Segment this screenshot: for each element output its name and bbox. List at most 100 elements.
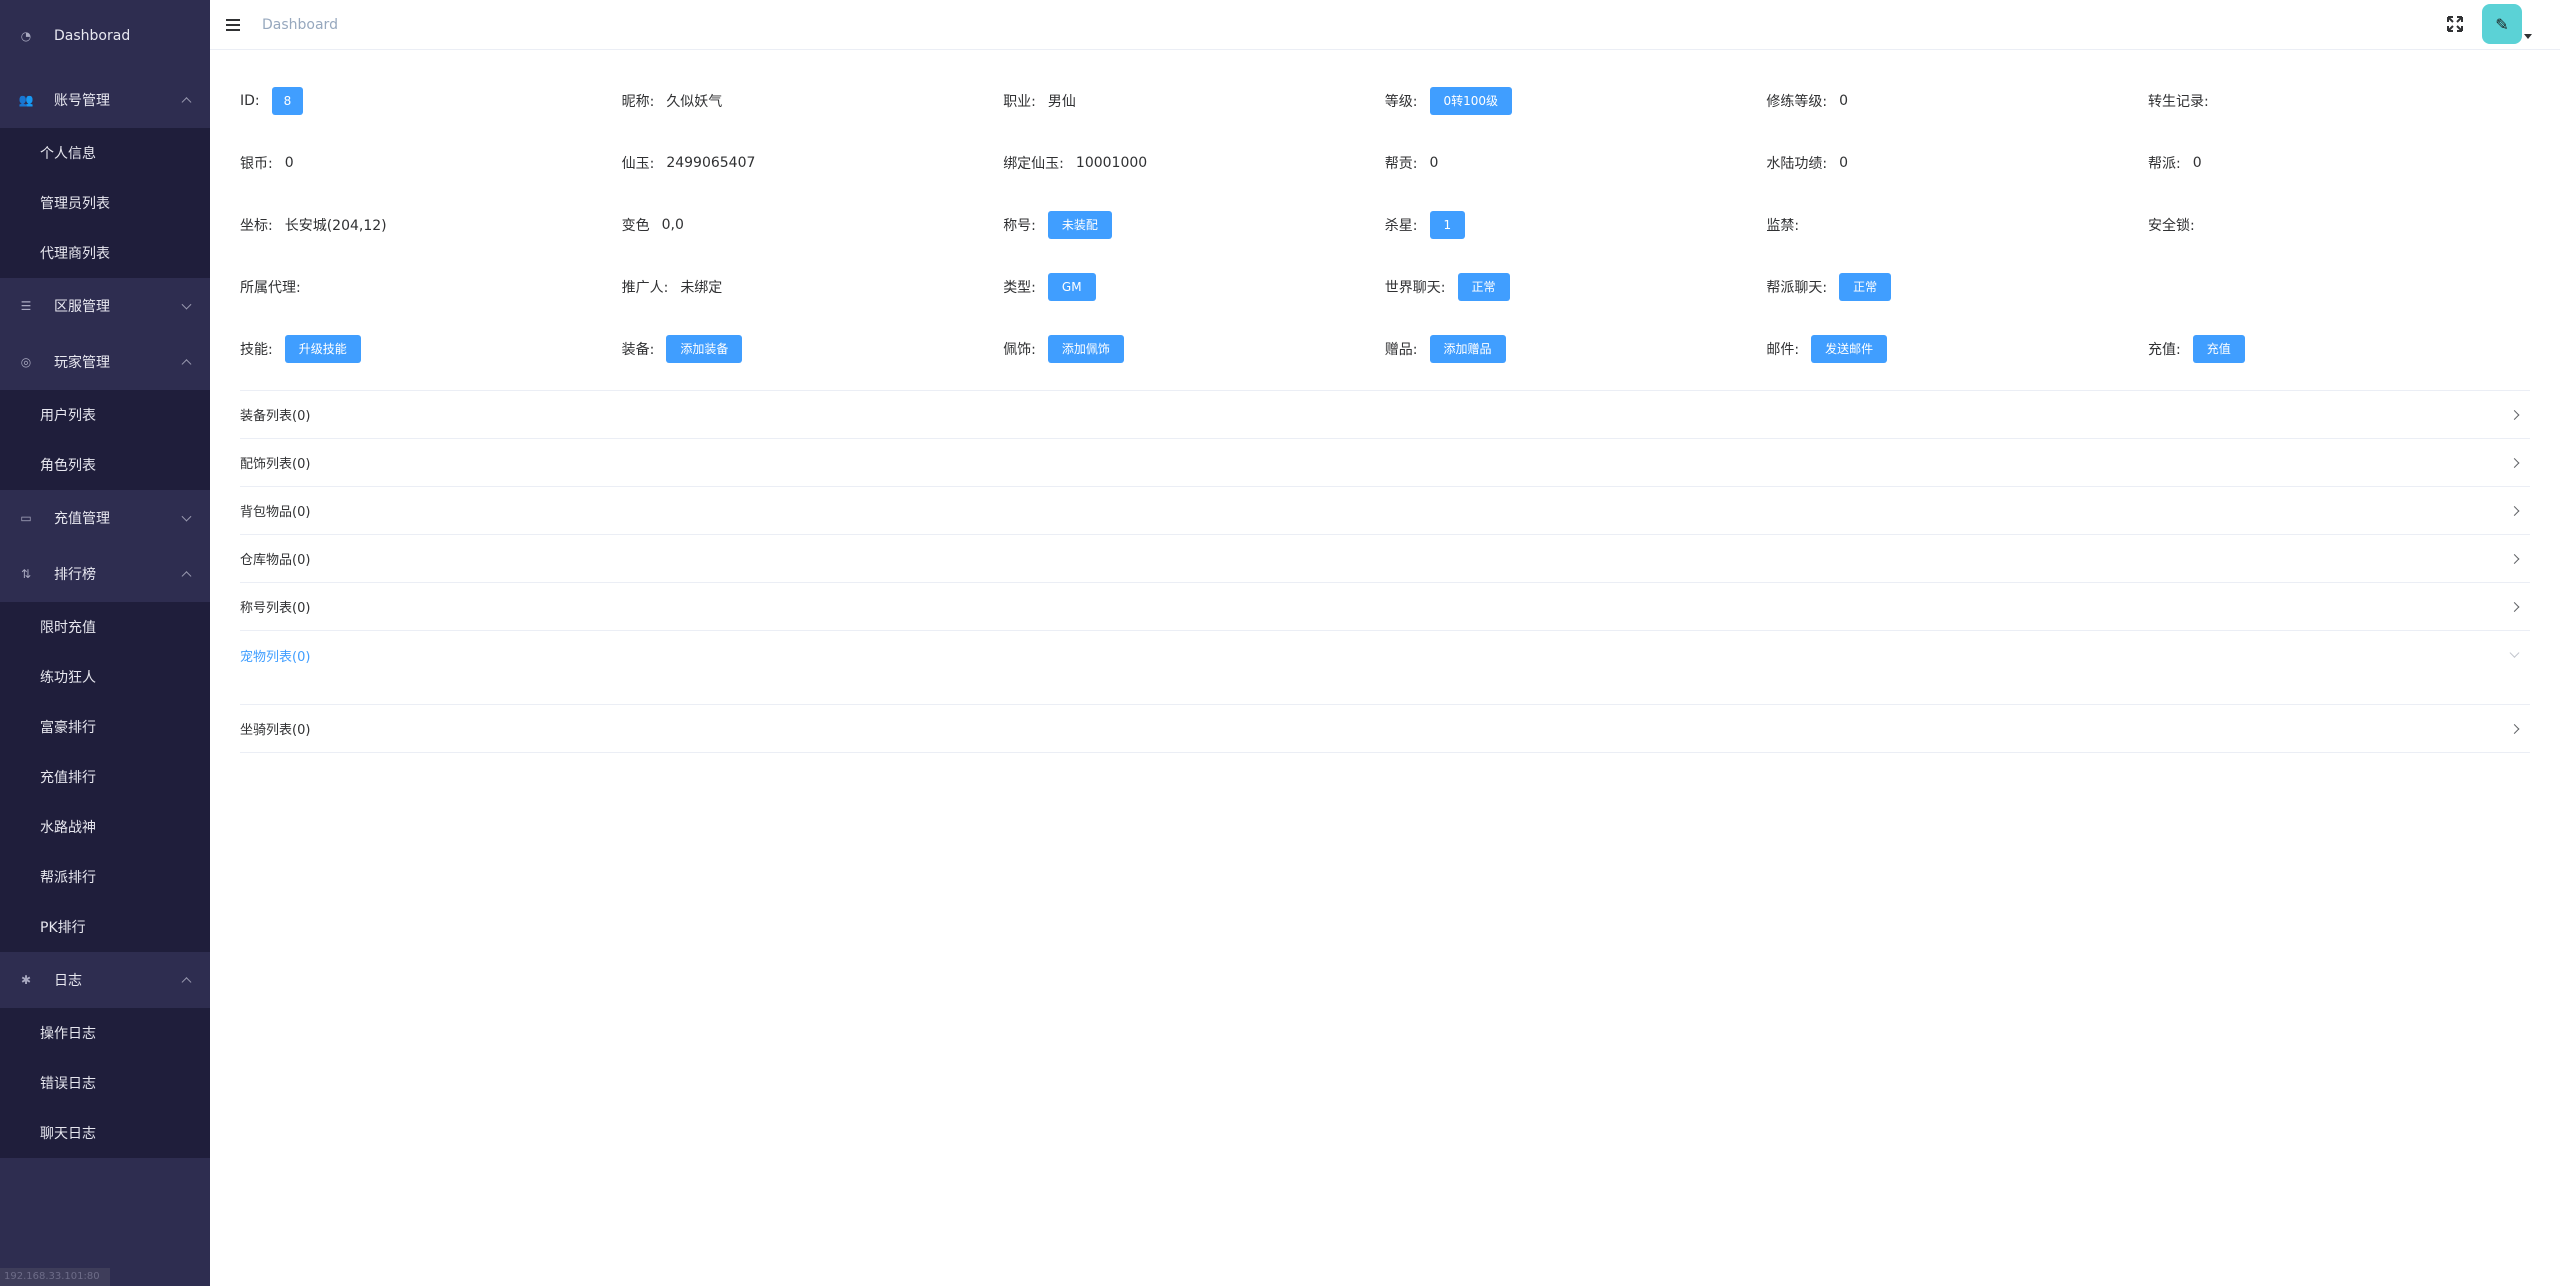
info-lock: 安全锁: — [2148, 194, 2530, 256]
sidebar-item-label: 玩家管理 — [54, 355, 110, 371]
panel-ornaments[interactable]: 配饰列表(0) — [240, 439, 2530, 487]
info-coord: 坐标: 长安城(204,12) — [240, 194, 622, 256]
info-cultivation: 修练等级: 0 — [1766, 70, 2148, 132]
info-value: 0 — [1839, 155, 1849, 171]
chevron-up-icon — [181, 571, 192, 582]
info-label: 佩饰: — [1003, 342, 1036, 358]
info-empty — [2148, 256, 2530, 318]
info-jade: 仙玉: 2499065407 — [622, 132, 1004, 194]
world-chat-button[interactable]: 正常 — [1457, 273, 1510, 301]
kill-button[interactable]: 1 — [1429, 211, 1466, 239]
panel-title: 装备列表(0) — [240, 409, 311, 424]
level-button[interactable]: 0转100级 — [1429, 87, 1513, 115]
sidebar-submenu-account: 个人信息 管理员列表 代理商列表 — [0, 128, 210, 278]
sidebar-item-rank-5[interactable]: 帮派排行 — [0, 852, 210, 902]
sidebar-item-dashboard[interactable]: ◔ Dashborad — [0, 0, 210, 72]
fullscreen-icon[interactable] — [2446, 15, 2464, 33]
sidebar-item-log-0[interactable]: 操作日志 — [0, 1008, 210, 1058]
recharge-button[interactable]: 充值 — [2192, 335, 2245, 363]
info-mail: 邮件: 发送邮件 — [1766, 318, 2148, 380]
chevron-right-icon — [2509, 601, 2520, 612]
info-value: 男仙 — [1047, 94, 1076, 110]
info-equip: 装备: 添加装备 — [622, 318, 1004, 380]
panel-title: 仓库物品(0) — [240, 553, 311, 568]
info-value: 久似妖气 — [666, 94, 723, 110]
title-button[interactable]: 未装配 — [1047, 211, 1112, 239]
info-transform: 变色 0,0 — [622, 194, 1004, 256]
avatar[interactable]: ✎ — [2482, 4, 2522, 44]
sidebar-item-log-1[interactable]: 错误日志 — [0, 1058, 210, 1108]
info-label: 帮派: — [2147, 156, 2181, 172]
info-agent: 所属代理: — [240, 256, 622, 318]
sidebar-item-rank-2[interactable]: 富豪排行 — [0, 702, 210, 752]
sidebar-group-logs[interactable]: ✱ 日志 — [0, 952, 210, 1008]
info-promoter: 推广人: 未绑定 — [622, 256, 1004, 318]
info-label: 技能: — [240, 342, 273, 358]
info-label: 银币: — [240, 156, 273, 172]
sidebar-group-player[interactable]: ◎ 玩家管理 — [0, 334, 210, 390]
info-label: 赠品: — [1384, 342, 1418, 358]
type-button[interactable]: GM — [1047, 273, 1096, 301]
sidebar-submenu-ranking: 限时充值 练功狂人 富豪排行 充值排行 水路战神 帮派排行 PK排行 — [0, 602, 210, 952]
sidebar-item-users[interactable]: 用户列表 — [0, 390, 210, 440]
guild-chat-button[interactable]: 正常 — [1839, 273, 1892, 301]
caret-down-icon[interactable] — [2524, 34, 2532, 39]
sidebar-group-server[interactable]: ☰ 区服管理 — [0, 278, 210, 334]
info-value: 2499065407 — [666, 155, 756, 171]
sidebar-item-profile[interactable]: 个人信息 — [0, 128, 210, 178]
chevron-down-icon — [2509, 647, 2520, 658]
panel-backpack[interactable]: 背包物品(0) — [240, 487, 2530, 535]
add-ornament-button[interactable]: 添加佩饰 — [1047, 335, 1124, 363]
sidebar-item-agents[interactable]: 代理商列表 — [0, 228, 210, 278]
sidebar-item-rank-4[interactable]: 水路战神 — [0, 802, 210, 852]
sidebar-group-account[interactable]: 👥 账号管理 — [0, 72, 210, 128]
info-label: 世界聊天: — [1384, 280, 1446, 296]
sidebar-item-log-2[interactable]: 聊天日志 — [0, 1108, 210, 1158]
add-equipment-button[interactable]: 添加装备 — [666, 335, 743, 363]
sidebar-group-ranking[interactable]: ⇅ 排行榜 — [0, 546, 210, 602]
info-label: 装备: — [621, 342, 655, 358]
chevron-right-icon — [2509, 723, 2520, 734]
info-label: 绑定仙玉: — [1003, 156, 1064, 172]
add-gift-button[interactable]: 添加赠品 — [1429, 335, 1506, 363]
send-mail-button[interactable]: 发送邮件 — [1811, 335, 1888, 363]
sidebar-item-label: 充值管理 — [54, 511, 110, 527]
info-value: 0 — [284, 155, 294, 171]
breadcrumb[interactable]: Dashboard — [262, 17, 338, 33]
info-ornament: 佩饰: 添加佩饰 — [1003, 318, 1385, 380]
panel-mounts[interactable]: 坐骑列表(0) — [240, 705, 2530, 753]
sidebar-item-rank-3[interactable]: 充值排行 — [0, 752, 210, 802]
info-prison: 监禁: — [1766, 194, 2148, 256]
id-tag: 8 — [271, 87, 304, 115]
sidebar-item-rank-6[interactable]: PK排行 — [0, 902, 210, 952]
sidebar-group-recharge[interactable]: ▭ 充值管理 — [0, 490, 210, 546]
upgrade-skill-button[interactable]: 升级技能 — [284, 335, 361, 363]
status-footer: 192.168.33.101:80 — [0, 1268, 110, 1286]
info-label: 充值: — [2147, 342, 2181, 358]
sidebar-item-label: Dashborad — [54, 28, 131, 44]
info-label: 杀星: — [1384, 218, 1418, 234]
sidebar-submenu-player: 用户列表 角色列表 — [0, 390, 210, 490]
panel-equipment[interactable]: 装备列表(0) — [240, 391, 2530, 439]
info-type: 类型: GM — [1003, 256, 1385, 318]
info-guild-chat: 帮派聊天: 正常 — [1766, 256, 2148, 318]
chevron-right-icon — [2509, 409, 2520, 420]
chevron-down-icon — [181, 511, 192, 522]
panel-titles[interactable]: 称号列表(0) — [240, 583, 2530, 631]
panel-title: 背包物品(0) — [240, 505, 311, 520]
panel-warehouse[interactable]: 仓库物品(0) — [240, 535, 2530, 583]
info-bound-jade: 绑定仙玉: 10001000 — [1003, 132, 1385, 194]
sidebar-item-label: 账号管理 — [54, 93, 110, 109]
hamburger-icon[interactable] — [226, 18, 240, 31]
panel-pets[interactable]: 宠物列表(0) — [240, 631, 2530, 679]
pen-icon: ✎ — [2495, 14, 2509, 34]
info-contribution: 帮贡: 0 — [1385, 132, 1767, 194]
sidebar-item-rank-1[interactable]: 练功狂人 — [0, 652, 210, 702]
sidebar-item-rank-0[interactable]: 限时充值 — [0, 602, 210, 652]
info-label: 所属代理: — [240, 280, 301, 296]
info-label: 水陆功绩: — [1766, 156, 1828, 172]
sidebar-item-admins[interactable]: 管理员列表 — [0, 178, 210, 228]
chevron-right-icon — [2509, 457, 2520, 468]
info-level: 等级: 0转100级 — [1385, 70, 1767, 132]
sidebar-item-roles[interactable]: 角色列表 — [0, 440, 210, 490]
